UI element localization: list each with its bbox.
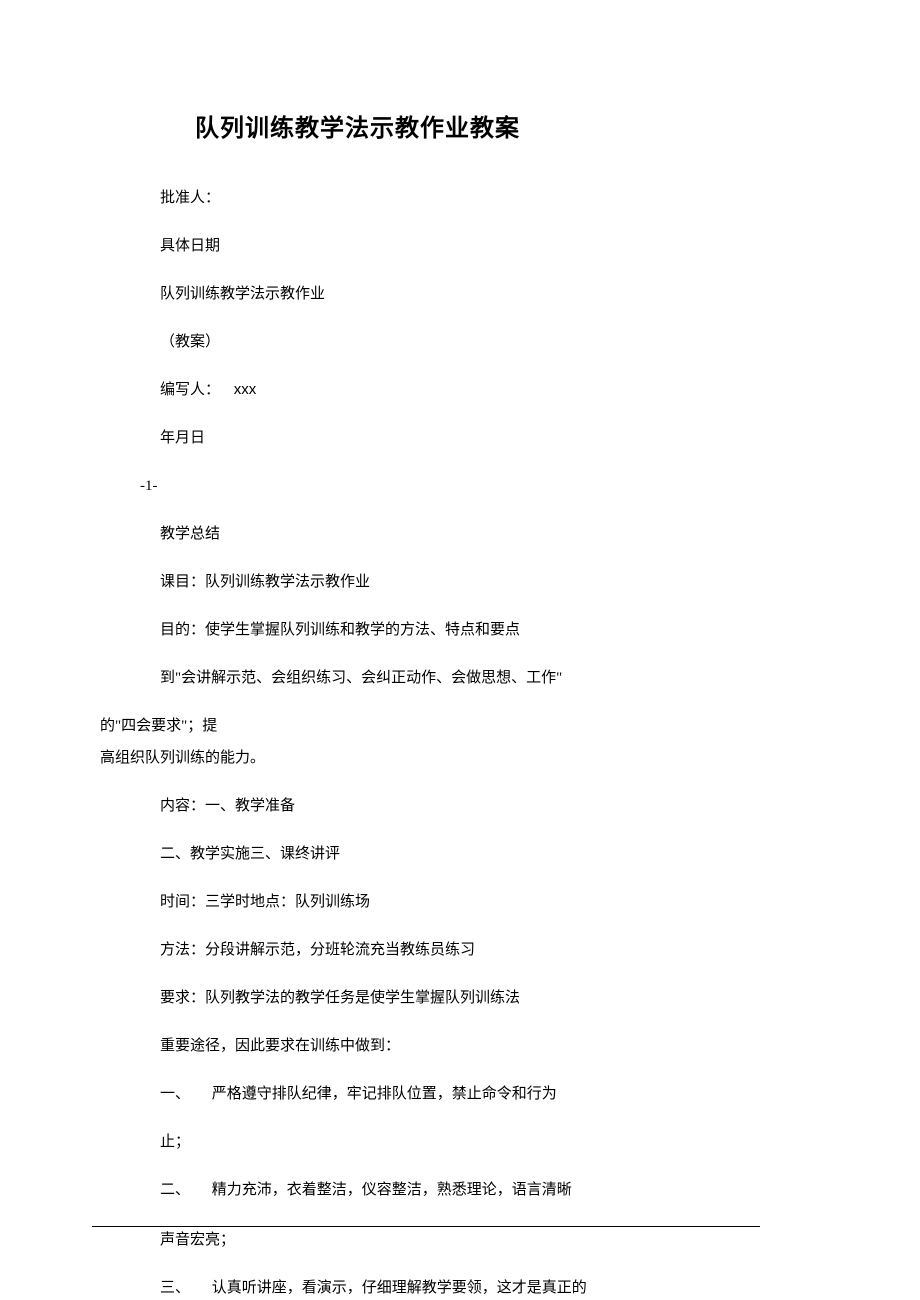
content-line-2: 二、教学实施三、课终讲评	[160, 842, 820, 866]
purpose-detail-1: 到"会讲解示范、会组织练习、会纠正动作、会做思想、工作"	[160, 666, 820, 690]
author-value: xxx	[234, 381, 257, 398]
important-line: 重要途径，因此要求在训练中做到：	[160, 1034, 820, 1058]
item2-text: 精力充沛，衣着整洁，仪容整洁，熟悉理论，语言清晰	[212, 1182, 572, 1198]
date-fields: 年月日	[160, 426, 820, 450]
purpose-line: 目的：使学生掌握队列训练和教学的方法、特点和要点	[160, 618, 820, 642]
page-marker: -1-	[140, 474, 820, 498]
content-line-1: 内容：一、教学准备	[160, 794, 820, 818]
time-place-line: 时间：三学时地点：队列训练场	[160, 890, 820, 914]
course-line: 课目：队列训练教学法示教作业	[160, 570, 820, 594]
purpose-detail-2: 的"四会要求"；提	[100, 714, 820, 738]
horizontal-rule: 声音宏亮；	[100, 1226, 820, 1252]
document-title: 队列训练教学法示教作业教案	[195, 110, 820, 148]
item1-text: 严格遵守排队纪律，牢记排队位置，禁止命令和行为	[212, 1086, 557, 1102]
author-label: 编写人：	[160, 382, 220, 398]
item1-number: 一、	[160, 1082, 190, 1106]
requirement-line: 要求：队列教学法的教学任务是使学生掌握队列训练法	[160, 986, 820, 1010]
requirement-item-1: 一、 严格遵守排队纪律，牢记排队位置，禁止命令和行为	[160, 1082, 820, 1106]
requirement-item-2: 二、 精力充沛，衣着整洁，仪容整洁，熟悉理论，语言清晰	[160, 1178, 820, 1202]
item3-number: 三、	[160, 1276, 190, 1300]
summary-heading: 教学总结	[160, 522, 820, 546]
item3-text: 认真听讲座，看演示，仔细理解教学要领，这才是真正的	[212, 1280, 587, 1296]
author-line: 编写人： xxx	[160, 378, 820, 402]
purpose-detail-3: 高组织队列训练的能力。	[100, 746, 820, 770]
item2-end: 声音宏亮；	[160, 1226, 820, 1252]
subject-line: 队列训练教学法示教作业	[160, 282, 820, 306]
item1-end: 止；	[160, 1130, 820, 1154]
plan-label: （教案）	[160, 330, 820, 354]
requirement-item-3: 三、 认真听讲座，看演示，仔细理解教学要领，这才是真正的	[160, 1276, 820, 1300]
item2-number: 二、	[160, 1178, 190, 1202]
date-label-line: 具体日期	[160, 234, 820, 258]
method-line: 方法：分段讲解示范，分班轮流充当教练员练习	[160, 938, 820, 962]
approver-line: 批准人：	[160, 186, 820, 210]
